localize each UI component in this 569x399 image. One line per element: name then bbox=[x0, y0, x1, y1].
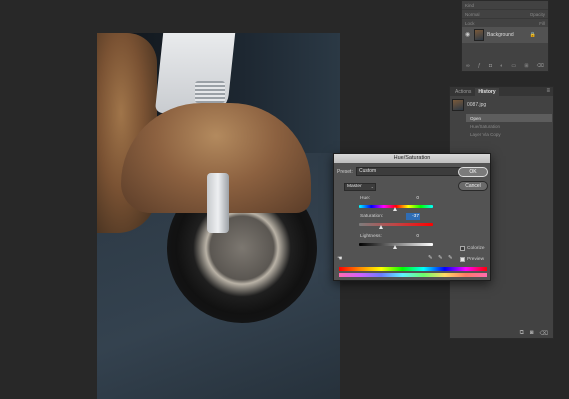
trash-icon[interactable]: ⌫ bbox=[540, 330, 548, 337]
history-step-layer-via-copy[interactable]: Layer Via Copy bbox=[466, 130, 552, 138]
preview-label: Preview bbox=[467, 257, 485, 262]
photo-vent bbox=[195, 81, 225, 103]
saturation-label: Saturation: bbox=[360, 214, 384, 219]
new-layer-icon[interactable]: ⊞ bbox=[524, 63, 528, 69]
saturation-slider-thumb[interactable] bbox=[379, 225, 383, 229]
photo-fork bbox=[207, 173, 229, 233]
hand-icon[interactable]: ☚ bbox=[337, 255, 342, 262]
mask-icon[interactable]: ◘ bbox=[489, 63, 492, 69]
panel-menu-icon[interactable]: ≡ bbox=[546, 88, 550, 94]
preset-value: Custom bbox=[359, 168, 377, 174]
folder-icon[interactable]: ▭ bbox=[511, 63, 516, 69]
tab-history[interactable]: History bbox=[475, 87, 499, 96]
dialog-title[interactable]: Hue/Saturation bbox=[334, 154, 490, 163]
eyedropper-plus-icon[interactable]: ✎ bbox=[438, 255, 443, 261]
layers-footer: ∞ ƒ ◘ ◐ ▭ ⊞ ⌫ bbox=[462, 61, 548, 71]
preset-label: Preset: bbox=[337, 169, 353, 175]
history-step-hue-saturation[interactable]: Hue/Saturation bbox=[466, 122, 552, 130]
preview-checkbox[interactable] bbox=[460, 257, 465, 262]
range-value: Master bbox=[347, 184, 362, 189]
saturation-value[interactable]: -37 bbox=[406, 213, 420, 220]
lock-icon: 🔒 bbox=[529, 32, 536, 38]
eyedropper-minus-icon[interactable]: ✎ bbox=[448, 255, 453, 261]
blend-mode-label[interactable]: Normal bbox=[465, 12, 480, 17]
document-canvas-photo[interactable] bbox=[97, 33, 340, 399]
saturation-slider-track[interactable] bbox=[359, 223, 433, 226]
hue-slider-thumb[interactable] bbox=[393, 207, 397, 211]
fill-label[interactable]: Fill bbox=[539, 21, 545, 26]
input-color-bar bbox=[339, 267, 487, 271]
lightness-value[interactable]: 0 bbox=[406, 233, 420, 240]
tab-actions[interactable]: Actions bbox=[452, 88, 474, 96]
history-footer: ⧉ ◙ ⌫ bbox=[450, 328, 553, 338]
hue-saturation-dialog: Hue/Saturation Preset: Custom ⌄ ⚙ Master… bbox=[333, 153, 491, 281]
lightness-slider-thumb[interactable] bbox=[393, 245, 397, 249]
layers-panel: Kind Normal Opacity Lock Fill ◉ Backgrou… bbox=[461, 0, 549, 72]
layers-filter-row[interactable]: Kind bbox=[462, 1, 548, 10]
adjustment-icon[interactable]: ◐ bbox=[500, 63, 503, 69]
colorize-checkbox[interactable] bbox=[460, 246, 465, 251]
hue-label: Hue: bbox=[360, 196, 371, 201]
link-icon[interactable]: ∞ bbox=[466, 63, 470, 69]
chevron-down-icon: ⌄ bbox=[370, 184, 374, 189]
trash-icon[interactable]: ⌫ bbox=[537, 63, 544, 69]
lock-label: Lock bbox=[465, 20, 475, 26]
layer-row-background[interactable]: ◉ Background 🔒 bbox=[462, 27, 548, 43]
output-color-bar bbox=[339, 273, 487, 277]
layers-kind-label: Kind bbox=[465, 2, 475, 8]
layers-blend-row[interactable]: Normal Opacity bbox=[462, 10, 548, 19]
history-snapshot[interactable]: 0087.jpg bbox=[452, 99, 486, 111]
fx-icon[interactable]: ƒ bbox=[478, 63, 481, 69]
new-document-icon[interactable]: ⧉ bbox=[520, 330, 524, 337]
hue-value[interactable]: 0 bbox=[406, 195, 420, 202]
eyedropper-icon[interactable]: ✎ bbox=[428, 255, 433, 261]
colorize-label: Colorize bbox=[467, 246, 485, 251]
eye-icon[interactable]: ◉ bbox=[465, 32, 471, 38]
camera-icon[interactable]: ◙ bbox=[530, 330, 534, 336]
layer-name: Background bbox=[487, 32, 514, 38]
snapshot-name: 0087.jpg bbox=[467, 102, 487, 108]
range-dropdown[interactable]: Master ⌄ bbox=[344, 183, 376, 191]
layer-thumbnail bbox=[474, 29, 484, 41]
history-step-open[interactable]: Open bbox=[466, 114, 552, 122]
snapshot-thumbnail bbox=[452, 99, 464, 111]
ok-button[interactable]: OK bbox=[458, 167, 488, 177]
cancel-button[interactable]: Cancel bbox=[458, 181, 488, 191]
opacity-label[interactable]: Opacity bbox=[530, 12, 545, 17]
lightness-label: Lightness: bbox=[360, 234, 382, 239]
history-tabs: Actions History ≡ bbox=[450, 87, 553, 96]
